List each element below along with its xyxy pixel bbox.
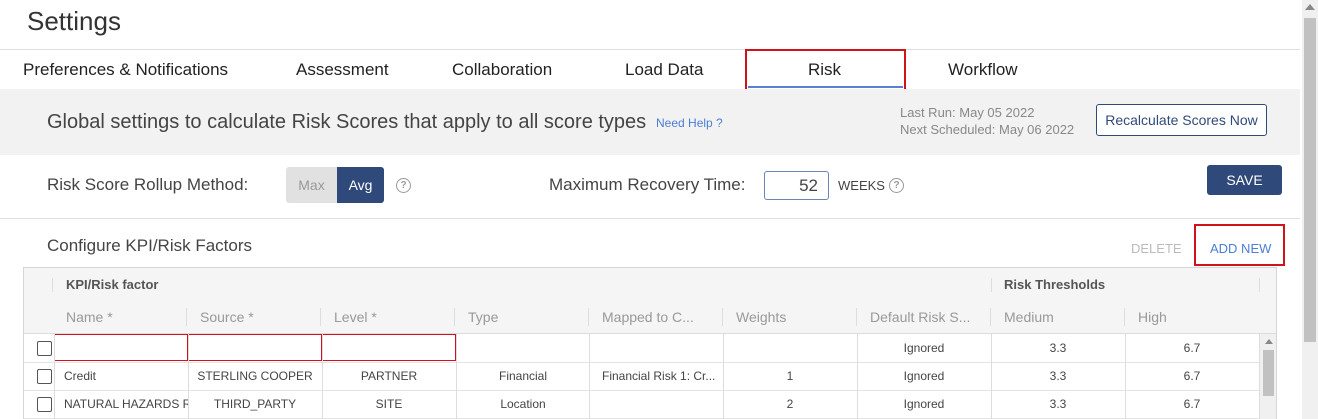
cell-default-risk[interactable]: Ignored — [857, 362, 991, 390]
col-separator — [856, 308, 857, 326]
col-header-source[interactable]: Source * — [200, 309, 254, 325]
rollup-max-toggle[interactable]: Max — [286, 167, 337, 203]
cell-default-risk[interactable]: Ignored — [857, 334, 991, 362]
delete-button[interactable]: DELETE — [1131, 241, 1182, 256]
col-separator — [990, 308, 991, 326]
table-row[interactable]: NATURAL HAZARDS RE THIRD_PARTY SITE Loca… — [24, 390, 1260, 419]
col-header-type[interactable]: Type — [468, 309, 498, 325]
page-title: Settings — [27, 6, 121, 36]
col-header-mapped[interactable]: Mapped to C... — [602, 309, 694, 325]
group-header-factor: KPI/Risk factor — [66, 277, 159, 292]
col-header-default-risk[interactable]: Default Risk S... — [870, 309, 970, 325]
cell-mapped[interactable] — [602, 390, 722, 418]
checkbox-icon[interactable] — [37, 341, 52, 356]
cell-default-risk[interactable]: Ignored — [857, 390, 991, 418]
cell-medium[interactable]: 3.3 — [991, 334, 1125, 362]
weeks-unit-label: WEEKS — [838, 178, 885, 193]
col-separator — [186, 308, 187, 326]
cell-high[interactable]: 6.7 — [1125, 362, 1259, 390]
last-run-text: Last Run: May 05 2022 — [900, 105, 1035, 120]
grid-line — [589, 334, 590, 419]
col-separator — [722, 308, 723, 326]
name-input-cell[interactable] — [54, 334, 188, 361]
grid-line — [857, 334, 858, 419]
cell-weights[interactable]: 2 — [723, 390, 857, 418]
group-separator — [991, 278, 992, 292]
save-button[interactable]: SAVE — [1207, 165, 1282, 195]
group-header-thresholds: Risk Thresholds — [1004, 277, 1106, 292]
add-new-highlight — [1194, 224, 1285, 266]
kpi-section-title: Configure KPI/Risk Factors — [47, 236, 253, 255]
grid-line — [723, 334, 724, 419]
grid-line — [188, 334, 189, 419]
question-circle-icon[interactable]: ? — [396, 178, 411, 193]
source-input-cell[interactable] — [188, 334, 322, 361]
cell-medium[interactable]: 3.3 — [991, 362, 1125, 390]
grid-line — [991, 334, 992, 419]
col-separator — [454, 308, 455, 326]
cell-name[interactable]: NATURAL HAZARDS RE — [64, 390, 188, 418]
col-header-weights[interactable]: Weights — [736, 309, 786, 325]
global-settings-text: Global settings to calculate Risk Scores… — [47, 111, 647, 133]
col-header-name[interactable]: Name * — [66, 309, 113, 325]
rollup-avg-toggle[interactable]: Avg — [337, 167, 384, 203]
col-separator — [1124, 308, 1125, 326]
need-help-link[interactable]: Need Help ? — [656, 116, 723, 130]
tab-load-data[interactable]: Load Data — [625, 60, 703, 80]
tab-workflow[interactable]: Workflow — [948, 60, 1018, 80]
kpi-grid: KPI/Risk factor Risk Thresholds Name * S… — [23, 267, 1277, 419]
level-input-cell[interactable] — [322, 334, 456, 361]
section-divider — [0, 218, 1300, 219]
tab-preferences[interactable]: Preferences & Notifications — [23, 60, 228, 80]
rollup-method-label: Risk Score Rollup Method: — [47, 175, 249, 194]
recovery-weeks-input[interactable] — [764, 171, 829, 200]
col-separator — [320, 308, 321, 326]
grid-line — [322, 334, 323, 419]
grid-line — [1125, 334, 1126, 419]
cell-type[interactable]: Financial — [456, 362, 590, 390]
scroll-up-arrow-icon[interactable] — [1265, 339, 1273, 344]
grid-line — [54, 334, 55, 419]
cell-medium[interactable]: 3.3 — [991, 390, 1125, 418]
header-divider — [0, 49, 1300, 50]
cell-high[interactable]: 6.7 — [1125, 390, 1259, 418]
checkbox-icon[interactable] — [37, 397, 52, 412]
max-recovery-label: Maximum Recovery Time: — [549, 175, 746, 194]
tab-assessment[interactable]: Assessment — [296, 60, 389, 80]
grid-line — [456, 334, 457, 419]
next-scheduled-text: Next Scheduled: May 06 2022 — [900, 122, 1075, 137]
recalculate-scores-button[interactable]: Recalculate Scores Now — [1096, 104, 1267, 136]
col-header-medium[interactable]: Medium — [1004, 309, 1054, 325]
cell-source[interactable]: STERLING COOPER — [188, 362, 322, 390]
cell-source[interactable]: THIRD_PARTY — [188, 390, 322, 418]
tab-collaboration[interactable]: Collaboration — [452, 60, 552, 80]
grid-scrollbar-thumb[interactable] — [1263, 350, 1274, 396]
cell-level[interactable]: SITE — [322, 390, 456, 418]
cell-name[interactable]: Credit — [64, 362, 186, 390]
cell-level[interactable]: PARTNER — [322, 362, 456, 390]
table-row[interactable]: Ignored 3.3 6.7 — [24, 334, 1260, 363]
col-header-high[interactable]: High — [1138, 309, 1167, 325]
cell-weights[interactable]: 1 — [723, 362, 857, 390]
cell-high[interactable]: 6.7 — [1125, 334, 1259, 362]
group-separator — [52, 278, 53, 292]
cell-type[interactable]: Location — [456, 390, 590, 418]
scroll-up-arrow-icon[interactable] — [1305, 4, 1315, 10]
page-scrollbar-thumb[interactable] — [1304, 18, 1316, 342]
col-separator — [588, 308, 589, 326]
col-header-level[interactable]: Level * — [334, 309, 377, 325]
checkbox-icon[interactable] — [37, 369, 52, 384]
table-row[interactable]: Credit STERLING COOPER PARTNER Financial… — [24, 362, 1260, 391]
group-separator — [1259, 278, 1260, 292]
cell-mapped[interactable]: Financial Risk 1: Cr... — [602, 362, 722, 390]
question-circle-icon[interactable]: ? — [889, 178, 904, 193]
